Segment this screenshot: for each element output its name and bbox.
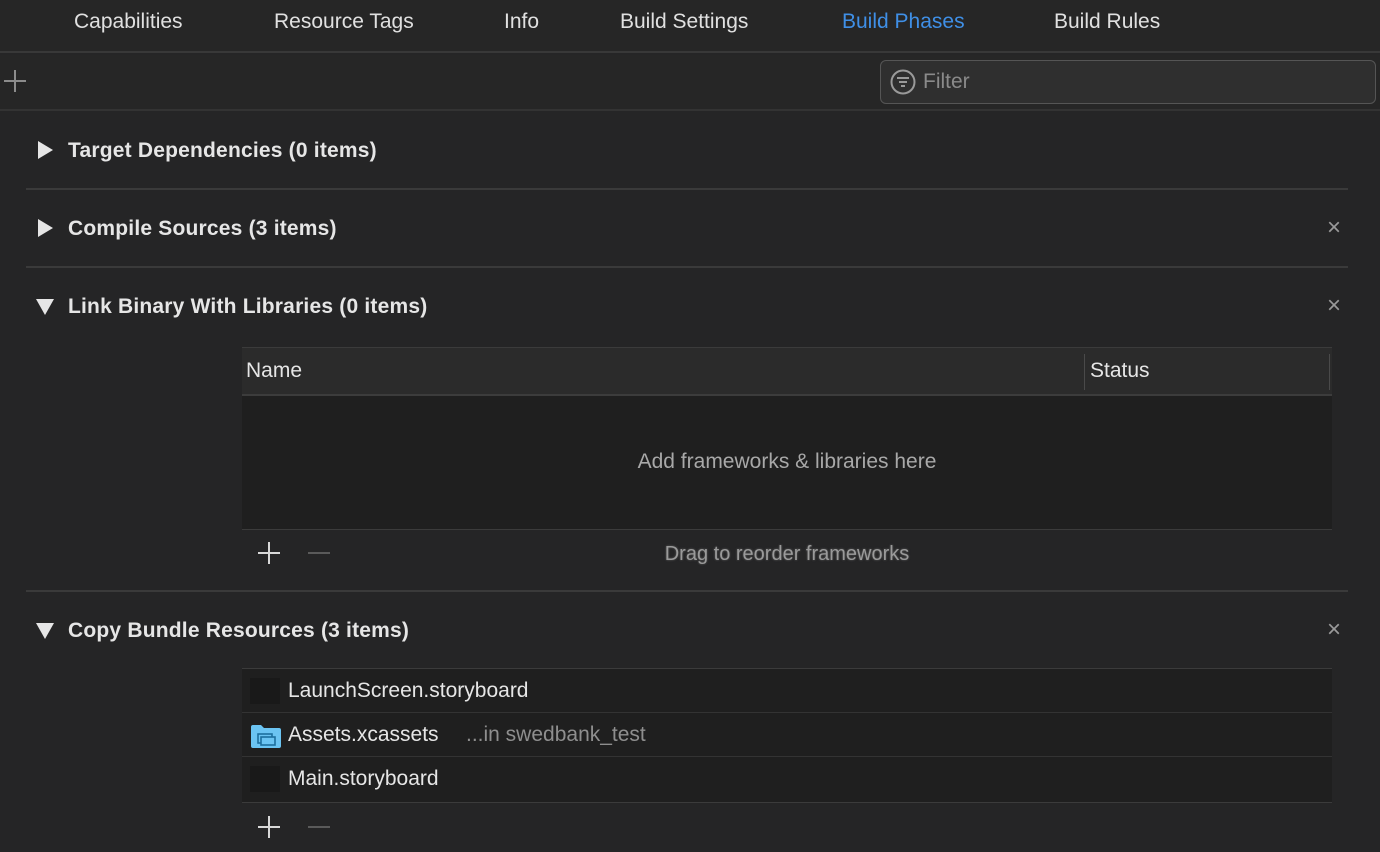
storyboard-icon bbox=[250, 678, 280, 704]
tab-build-settings[interactable]: Build Settings bbox=[620, 10, 748, 34]
remove-resource-minus-icon[interactable] bbox=[308, 826, 330, 828]
column-header-status[interactable]: Status bbox=[1090, 359, 1150, 383]
resources-list: LaunchScreen.storyboard Assets.xcassets … bbox=[242, 668, 1332, 803]
tab-info[interactable]: Info bbox=[504, 10, 539, 34]
disclosure-triangle-expanded-icon[interactable] bbox=[36, 297, 56, 317]
drag-hint-text: Drag to reorder frameworks bbox=[664, 543, 910, 565]
disclosure-triangle-collapsed-icon[interactable] bbox=[36, 141, 56, 161]
add-build-phase-plus-icon[interactable] bbox=[4, 70, 26, 92]
build-phases-toolbar bbox=[0, 55, 1380, 111]
phase-title[interactable]: Copy Bundle Resources (3 items) bbox=[68, 619, 409, 643]
phase-separator bbox=[26, 590, 1348, 592]
phase-separator bbox=[26, 266, 1348, 268]
phase-title[interactable]: Compile Sources (3 items) bbox=[68, 217, 337, 241]
empty-placeholder-text: Add frameworks & libraries here bbox=[637, 450, 937, 473]
tab-capabilities[interactable]: Capabilities bbox=[74, 10, 183, 34]
phase-separator bbox=[26, 188, 1348, 190]
filter-field[interactable] bbox=[880, 60, 1376, 104]
filter-input[interactable] bbox=[923, 65, 1363, 99]
editor-tab-bar: Capabilities Resource Tags Info Build Se… bbox=[0, 0, 1380, 53]
column-divider[interactable] bbox=[1084, 354, 1085, 390]
resource-name: Assets.xcassets bbox=[288, 723, 439, 746]
phase-link-binary-with-libraries: Link Binary With Libraries (0 items) × bbox=[0, 284, 1380, 328]
list-item[interactable]: Main.storyboard bbox=[242, 757, 1332, 801]
table-header: Name Status bbox=[242, 348, 1332, 396]
phase-target-dependencies: Target Dependencies (0 items) bbox=[0, 128, 1380, 172]
add-resource-plus-icon[interactable] bbox=[258, 816, 280, 838]
folder-icon bbox=[251, 725, 281, 748]
phase-title[interactable]: Link Binary With Libraries (0 items) bbox=[68, 295, 427, 319]
tab-build-phases[interactable]: Build Phases bbox=[842, 10, 965, 34]
libraries-table: Name Status Add frameworks & libraries h… bbox=[242, 347, 1332, 530]
column-divider bbox=[1329, 354, 1330, 390]
phase-compile-sources: Compile Sources (3 items) × bbox=[0, 206, 1380, 250]
remove-phase-close-icon[interactable]: × bbox=[1323, 216, 1345, 240]
tab-build-rules[interactable]: Build Rules bbox=[1054, 10, 1160, 34]
phase-title[interactable]: Target Dependencies (0 items) bbox=[68, 139, 377, 163]
resource-name: LaunchScreen.storyboard bbox=[288, 679, 529, 702]
storyboard-icon bbox=[250, 766, 280, 792]
remove-phase-close-icon[interactable]: × bbox=[1323, 618, 1345, 642]
resource-name: Main.storyboard bbox=[288, 767, 439, 790]
resource-location: ...in swedbank_test bbox=[466, 723, 646, 746]
disclosure-triangle-collapsed-icon[interactable] bbox=[36, 219, 56, 239]
column-header-name[interactable]: Name bbox=[246, 359, 302, 383]
filter-icon bbox=[890, 69, 916, 95]
disclosure-triangle-expanded-icon[interactable] bbox=[36, 621, 56, 641]
list-item[interactable]: LaunchScreen.storyboard bbox=[242, 669, 1332, 713]
phase-copy-bundle-resources: Copy Bundle Resources (3 items) × bbox=[0, 608, 1380, 652]
remove-phase-close-icon[interactable]: × bbox=[1323, 294, 1345, 318]
tab-resource-tags[interactable]: Resource Tags bbox=[274, 10, 414, 34]
list-item[interactable]: Assets.xcassets ...in swedbank_test bbox=[242, 713, 1332, 757]
